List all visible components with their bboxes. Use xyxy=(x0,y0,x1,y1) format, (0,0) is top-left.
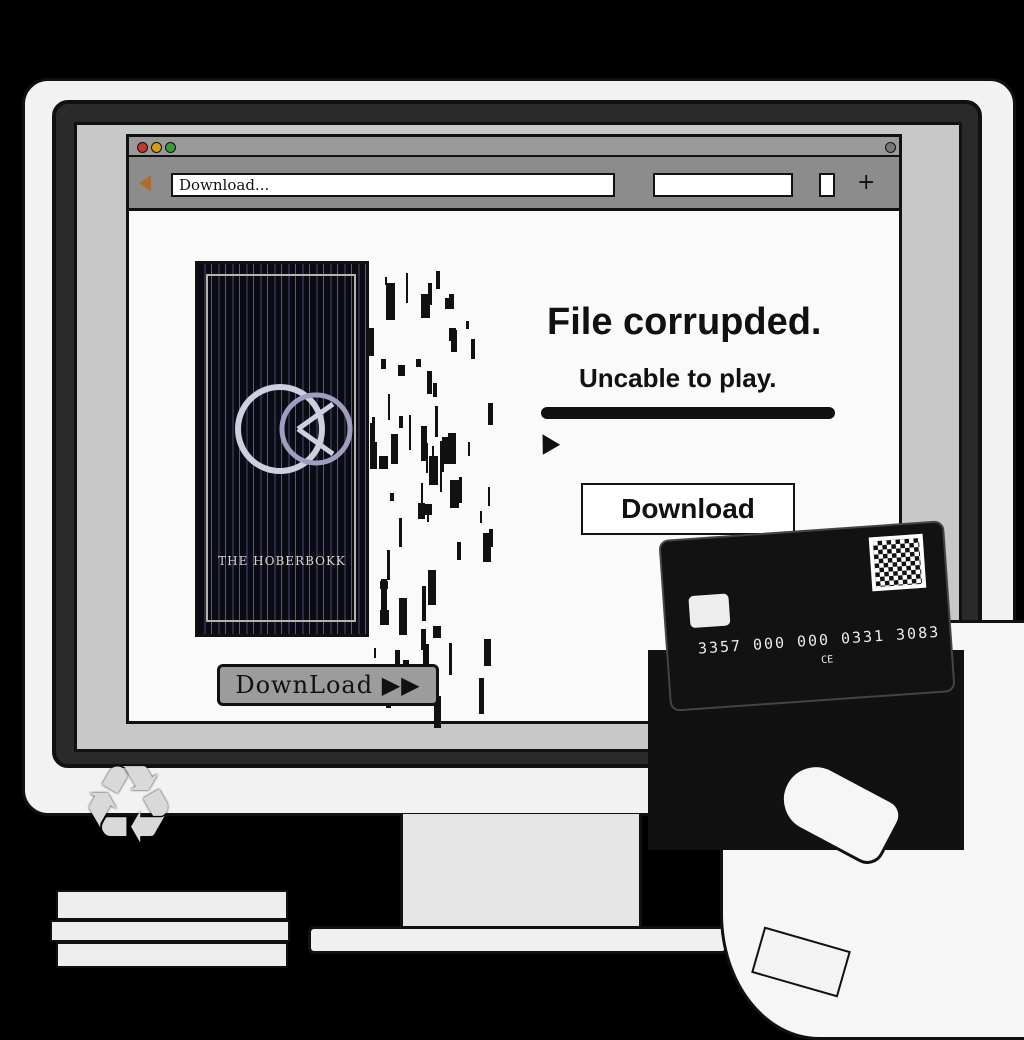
error-subtitle: Uncable to play. xyxy=(579,363,777,393)
glitch-fragment xyxy=(480,511,482,523)
card-number: 3357 000 000 0331 3083 xyxy=(697,622,941,658)
book-stack xyxy=(50,890,290,970)
glitch-fragment xyxy=(370,423,375,460)
window-corner-button[interactable] xyxy=(885,142,896,153)
glitch-fragment xyxy=(381,359,386,369)
monitor-stand-neck xyxy=(400,814,642,932)
glitch-fragment xyxy=(484,639,491,666)
glitch-fragment xyxy=(421,426,427,461)
book xyxy=(50,920,290,942)
glitch-fragment xyxy=(433,383,437,397)
glitch-fragment xyxy=(423,644,429,666)
glitch-fragment xyxy=(416,359,421,367)
glitch-fragment xyxy=(459,477,462,503)
glitch-fragment xyxy=(391,434,398,464)
close-window-button[interactable] xyxy=(137,142,148,153)
qr-code xyxy=(868,533,927,592)
address-bar[interactable]: Download... xyxy=(171,173,615,197)
glitch-fragment xyxy=(488,403,493,425)
title-bar xyxy=(129,137,899,157)
recycle-icon: ♻ xyxy=(80,743,177,868)
glitch-fragment xyxy=(399,518,402,547)
cursor-icon xyxy=(533,429,561,455)
minimize-window-button[interactable] xyxy=(151,142,162,153)
glitch-fragment xyxy=(386,283,395,320)
glitch-fragment xyxy=(433,626,441,638)
glitch-fragments xyxy=(364,261,504,728)
menu-icon[interactable] xyxy=(819,173,835,197)
glitch-fragment xyxy=(450,480,459,508)
glitch-fragment xyxy=(479,678,484,714)
glitch-fragment xyxy=(406,273,408,303)
glitch-fragment xyxy=(421,294,430,318)
glitch-fragment xyxy=(399,416,403,428)
search-input[interactable] xyxy=(653,173,793,197)
glitch-fragment xyxy=(471,339,475,359)
progress-bar xyxy=(541,407,835,419)
glitch-fragment xyxy=(466,321,469,329)
error-title: File corrupded. xyxy=(547,301,822,343)
glitch-fragment xyxy=(440,455,442,492)
glitch-fragment xyxy=(381,579,387,615)
glitch-fragment xyxy=(489,529,493,547)
glitch-fragment xyxy=(449,328,456,341)
download-button[interactable]: Download xyxy=(581,483,795,535)
glitch-fragment xyxy=(388,394,390,420)
plus-icon[interactable]: + xyxy=(857,170,875,195)
card-chip xyxy=(688,593,731,629)
glitch-fragment xyxy=(449,643,452,675)
book xyxy=(56,942,288,968)
glitch-fragment xyxy=(367,328,374,356)
glitch-fragment xyxy=(423,504,432,515)
glitch-fragment xyxy=(399,598,407,635)
credit-card: 3357 000 000 0331 3083 CE xyxy=(658,520,956,712)
glitch-fragment xyxy=(409,415,411,450)
glitch-fragment xyxy=(488,487,490,506)
glitch-fragment xyxy=(428,570,436,605)
book-cover: THE HOBERBOKK xyxy=(195,261,369,637)
cover-emblem xyxy=(235,384,353,474)
glitch-fragment xyxy=(457,542,461,560)
glitch-fragment xyxy=(390,493,394,501)
glitch-fragment xyxy=(435,406,438,437)
back-arrow-icon[interactable] xyxy=(139,175,151,191)
glitch-fragment xyxy=(374,648,376,658)
monitor-stand-base xyxy=(308,926,728,954)
glitch-fragment xyxy=(448,433,456,464)
glitch-fragment xyxy=(385,277,387,285)
glitch-fragment xyxy=(398,365,405,376)
browser-toolbar: Download... + xyxy=(129,157,899,211)
glitch-fragment xyxy=(395,650,400,665)
glitch-fragment xyxy=(379,456,388,469)
maximize-window-button[interactable] xyxy=(165,142,176,153)
glitch-fragment xyxy=(429,456,438,485)
glitch-fragment xyxy=(422,586,426,621)
glitch-fragment xyxy=(427,371,432,394)
card-small-text: CE xyxy=(820,654,834,667)
glitch-fragment xyxy=(445,298,450,309)
glitch-fragment xyxy=(468,442,470,456)
glitch-fragment xyxy=(387,550,390,580)
cover-title: THE HOBERBOKK xyxy=(218,554,346,568)
book xyxy=(56,890,288,920)
glitch-fragment xyxy=(436,271,440,289)
download-button-secondary[interactable]: DownLoad ▶▶ xyxy=(217,664,439,706)
